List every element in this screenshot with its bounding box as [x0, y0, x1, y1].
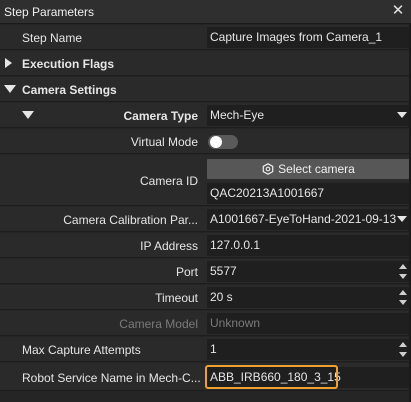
max-capture-spinbox[interactable]: 1: [207, 339, 410, 360]
chevron-down-icon: [397, 112, 407, 118]
expand-right-icon[interactable]: [5, 58, 12, 68]
execution-flags-label: Execution Flags: [22, 57, 115, 71]
section-camera-settings[interactable]: Camera Settings: [0, 77, 411, 102]
timeout-label: Timeout: [155, 291, 198, 305]
row-virtual-mode: Virtual Mode: [0, 129, 411, 154]
panel-title: Step Parameters: [4, 5, 95, 19]
section-execution-flags[interactable]: Execution Flags: [0, 51, 411, 76]
row-max-capture-attempts: Max Capture Attempts 1: [0, 337, 411, 362]
collapse-down-icon[interactable]: [22, 111, 34, 119]
row-timeout: Timeout 20 s: [0, 285, 411, 310]
ip-address-input[interactable]: 127.0.0.1: [207, 235, 410, 256]
spinner-arrows-icon[interactable]: [398, 341, 408, 358]
close-icon[interactable]: ✕: [390, 3, 406, 19]
camera-model-label: Camera Model: [119, 317, 198, 331]
port-spinbox[interactable]: 5577: [207, 261, 410, 282]
collapse-down-icon[interactable]: [4, 85, 16, 93]
chevron-down-icon: [397, 216, 407, 222]
row-calibration: Camera Calibration Par... A1001667-EyeTo…: [0, 207, 411, 232]
camera-id-input[interactable]: QAC20213A1001667: [207, 183, 410, 204]
calibration-value: A1001667-EyeToHand-2021-09-13: [210, 212, 397, 226]
timeout-value: 20 s: [210, 290, 233, 304]
select-camera-button[interactable]: Select camera: [207, 159, 410, 179]
camera-model-field: Unknown: [207, 313, 410, 334]
row-ip-address: IP Address 127.0.0.1: [0, 233, 411, 258]
row-camera-type: Camera Type Mech-Eye: [0, 103, 411, 128]
panel-titlebar: Step Parameters ✕: [0, 0, 411, 24]
max-capture-value: 1: [210, 342, 217, 356]
calibration-select[interactable]: A1001667-EyeToHand-2021-09-13: [207, 209, 410, 230]
spinner-arrows-icon[interactable]: [398, 289, 408, 306]
calibration-label: Camera Calibration Par...: [63, 213, 198, 227]
hexagon-icon: [262, 163, 274, 175]
highlight-box: [205, 365, 338, 389]
ip-address-label: IP Address: [140, 239, 198, 253]
robot-service-label: Robot Service Name in Mech-C...: [22, 371, 201, 385]
camera-settings-label: Camera Settings: [22, 83, 117, 97]
virtual-mode-label: Virtual Mode: [130, 135, 198, 149]
camera-type-label: Camera Type: [123, 109, 198, 123]
step-name-label: Step Name: [22, 31, 83, 45]
camera-id-label: Camera ID: [139, 174, 198, 188]
select-camera-label: Select camera: [278, 162, 355, 176]
max-capture-label: Max Capture Attempts: [22, 343, 141, 357]
camera-type-select[interactable]: Mech-Eye: [207, 105, 410, 126]
spinner-arrows-icon[interactable]: [398, 263, 408, 280]
step-name-input[interactable]: Capture Images from Camera_1: [207, 27, 410, 48]
row-camera-model: Camera Model Unknown: [0, 311, 411, 336]
camera-type-value: Mech-Eye: [210, 108, 265, 122]
row-port: Port 5577: [0, 259, 411, 284]
port-label: Port: [175, 265, 198, 279]
timeout-spinbox[interactable]: 20 s: [207, 287, 410, 308]
toggle-knob: [210, 136, 222, 148]
row-step-name: Step Name Capture Images from Camera_1: [0, 25, 411, 50]
virtual-mode-toggle[interactable]: [208, 135, 238, 149]
port-value: 5577: [210, 264, 237, 278]
